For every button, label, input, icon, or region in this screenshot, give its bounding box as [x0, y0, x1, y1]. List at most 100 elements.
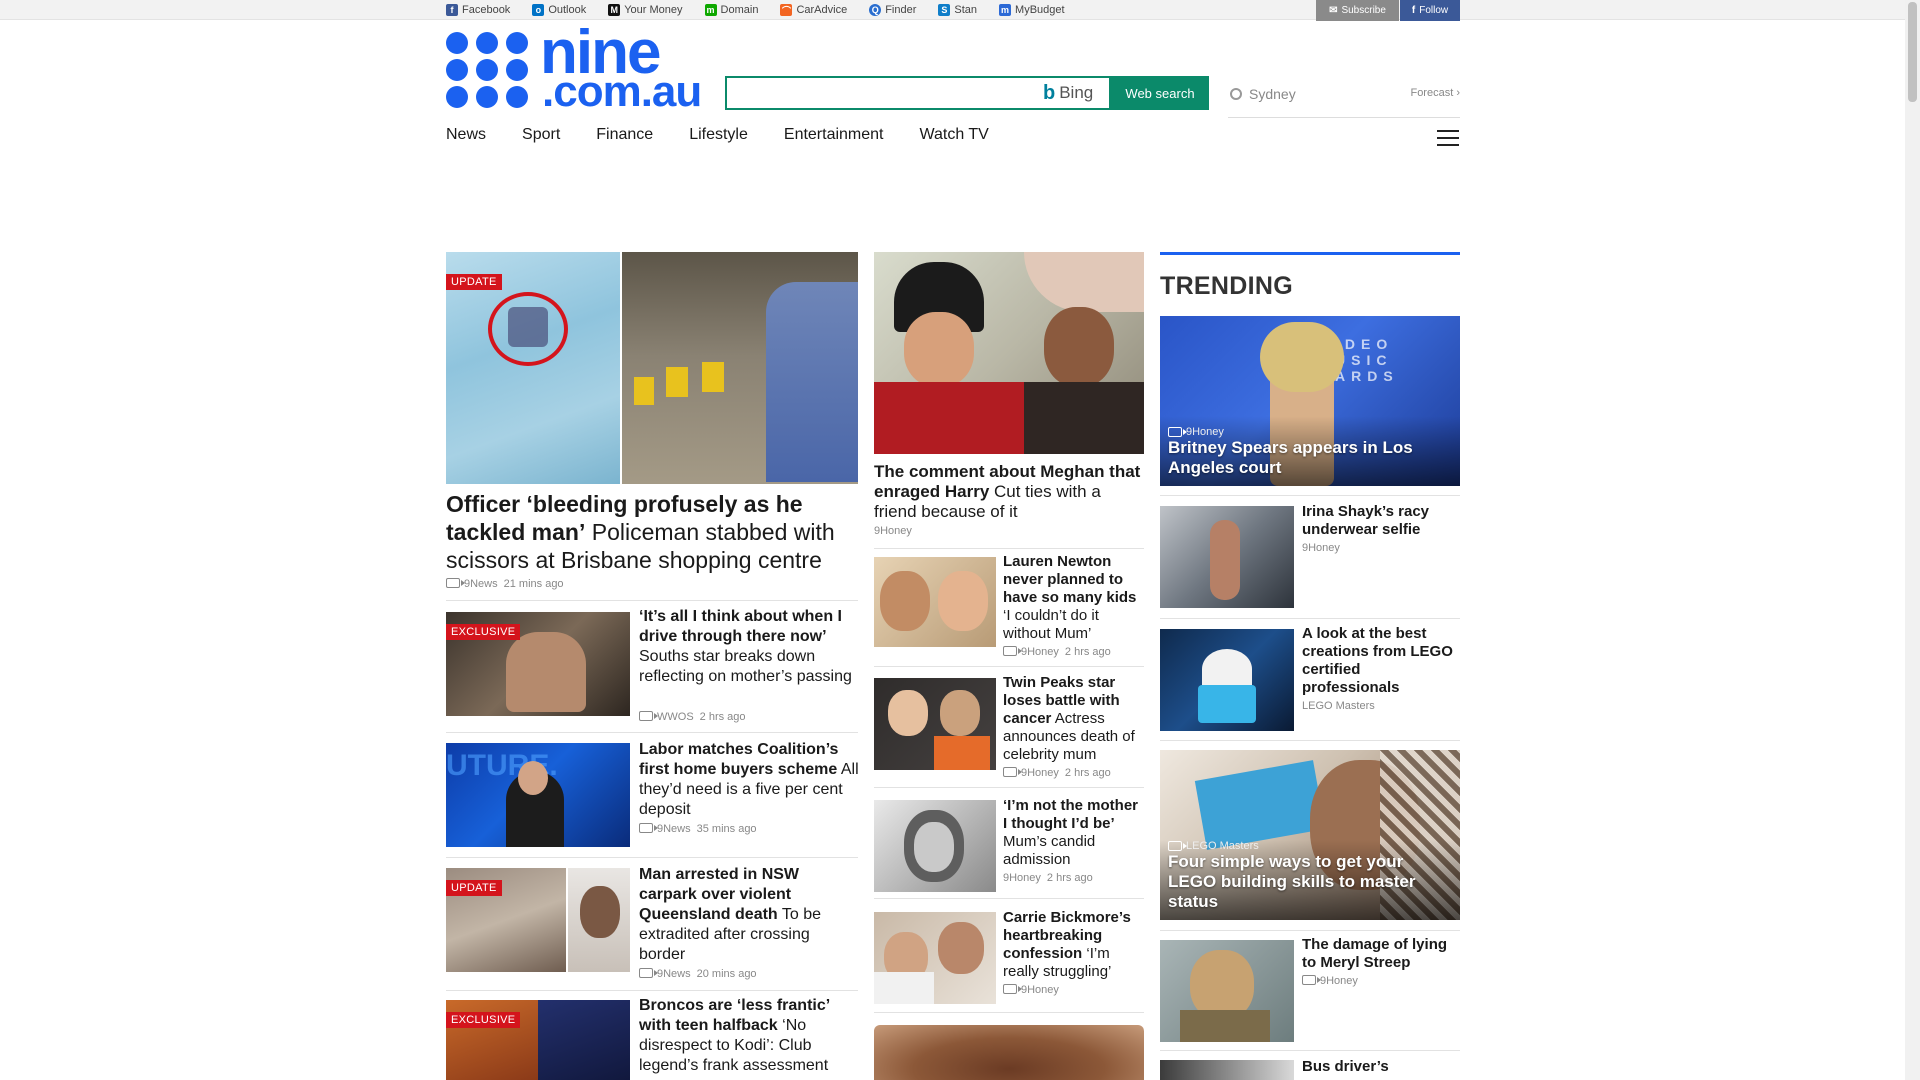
feature-image[interactable]: UPDATE: [446, 252, 858, 484]
follow-button[interactable]: f Follow: [1400, 0, 1460, 21]
nav-watch-tv[interactable]: Watch TV: [920, 126, 989, 148]
nav-news[interactable]: News: [446, 126, 486, 148]
trending-headline[interactable]: Irina Shayk’s racy underwear selfie: [1302, 503, 1460, 539]
domain-icon: m: [704, 4, 717, 16]
scrollbar-thumb[interactable]: [1908, 2, 1917, 102]
story-headline[interactable]: Twin Peaks star loses battle with cancer…: [1003, 674, 1149, 764]
partner-finder-link[interactable]: Q Finder: [869, 4, 916, 16]
story-headline[interactable]: Man arrested in NSW carpark over violent…: [639, 865, 859, 965]
feature-headline[interactable]: Officer ‘bleeding profusely as he tackle…: [446, 490, 856, 574]
story-headline[interactable]: Labor matches Coalition’s first home buy…: [639, 740, 859, 820]
video-icon: [1302, 975, 1321, 985]
story-image[interactable]: UTURE.: [446, 743, 630, 847]
menu-icon[interactable]: [1437, 130, 1459, 146]
divider: [446, 857, 858, 858]
exclusive-badge: EXCLUSIVE: [446, 1012, 521, 1028]
divider: [1160, 495, 1460, 496]
main-nav: News Sport Finance Lifestyle Entertainme…: [446, 126, 1025, 148]
partner-stan-link[interactable]: S Stan: [938, 4, 977, 16]
weather-widget[interactable]: Sydney Forecast ›: [1228, 80, 1460, 118]
story-image[interactable]: [874, 1025, 1144, 1080]
partner-facebook-link[interactable]: f Facebook: [446, 4, 510, 16]
partner-label: CarAdvice: [796, 4, 848, 16]
feature-meta: 9News 21 mins ago: [446, 578, 564, 590]
trending-headline[interactable]: The damage of lying to Meryl Streep: [1302, 936, 1460, 972]
story-headline[interactable]: Broncos are ‘less frantic’ with teen hal…: [639, 996, 859, 1076]
bing-icon: b: [1043, 81, 1056, 104]
story-meta: WWOS 2 hrs ago: [639, 711, 746, 723]
trending-image[interactable]: [1160, 506, 1294, 608]
lead-story-headline[interactable]: The comment about Meghan that enraged Ha…: [874, 462, 1146, 522]
lead-story-meta: 9Honey: [874, 525, 912, 537]
follow-label: Follow: [1419, 5, 1449, 16]
trending-meta: 9Honey: [1302, 542, 1340, 554]
story-image[interactable]: [874, 912, 996, 1004]
story-headline[interactable]: ‘It’s all I think about when I drive thr…: [639, 607, 859, 687]
nav-finance[interactable]: Finance: [596, 126, 653, 148]
video-icon: [1003, 767, 1022, 777]
exclusive-badge: EXCLUSIVE: [446, 624, 521, 640]
partner-yourmoney-link[interactable]: M Your Money: [608, 4, 683, 16]
mail-icon: ✉: [1329, 5, 1338, 16]
logo-domain: .com.au: [542, 67, 702, 116]
yourmoney-icon: M: [608, 4, 621, 16]
partner-label: Domain: [720, 4, 759, 16]
trending-feature-card[interactable]: IDEO USIC ARDS 9Honey Britney Spears appea…: [1160, 316, 1460, 486]
divider: [1160, 1050, 1460, 1051]
site-logo[interactable]: nine .com.au: [446, 22, 702, 114]
story-image[interactable]: EXCLUSIVE: [446, 1000, 630, 1080]
divider: [874, 666, 1144, 667]
story-meta: 9News 35 mins ago: [639, 823, 757, 835]
story-headline[interactable]: Carrie Bickmore’s heartbreaking confessi…: [1003, 909, 1145, 981]
partner-caradvice-link[interactable]: ⌒ CarAdvice: [780, 4, 847, 16]
divider: [1160, 930, 1460, 931]
nav-entertainment[interactable]: Entertainment: [784, 126, 884, 148]
trending-headline: Britney Spears appears in Los Angeles co…: [1168, 438, 1413, 477]
divider: [874, 787, 1144, 788]
divider: [446, 600, 858, 601]
partner-label: Outlook: [548, 4, 587, 16]
web-search-button[interactable]: Web search: [1111, 76, 1209, 110]
partner-mybudget-link[interactable]: m MyBudget: [999, 4, 1065, 16]
story-image[interactable]: [874, 800, 996, 892]
subscribe-button[interactable]: ✉ Subscribe: [1316, 0, 1399, 21]
bing-label: Bing: [1059, 83, 1094, 102]
trending-headline[interactable]: A look at the best creations from LEGO c…: [1302, 625, 1460, 697]
story-image[interactable]: [874, 557, 996, 647]
divider: [446, 732, 858, 733]
partner-outlook-link[interactable]: o Outlook: [532, 4, 586, 16]
trending-image[interactable]: [1160, 940, 1294, 1042]
story-image[interactable]: EXCLUSIVE: [446, 612, 630, 716]
trending-image[interactable]: [1160, 1060, 1294, 1080]
trending-feature-card[interactable]: LEGO Masters Four simple ways to get you…: [1160, 750, 1460, 920]
subscribe-label: Subscribe: [1341, 5, 1386, 16]
nav-sport[interactable]: Sport: [522, 126, 560, 148]
caradvice-icon: ⌒: [780, 4, 793, 16]
stan-icon: S: [938, 4, 951, 16]
forecast-link[interactable]: Forecast ›: [1410, 87, 1460, 99]
story-meta: 9Honey: [1003, 984, 1059, 996]
trending-image[interactable]: [1160, 629, 1294, 731]
mybudget-icon: m: [999, 4, 1012, 16]
story-headline[interactable]: ‘I’m not the mother I thought I’d be’ Mu…: [1003, 797, 1145, 869]
update-badge: UPDATE: [446, 880, 502, 896]
trending-accent-bar: [1160, 252, 1460, 255]
trending-source: 9Honey: [1168, 426, 1452, 438]
video-icon: [1003, 984, 1022, 994]
partner-links: f Facebook o Outlook M Your Money m Domain ⌒…: [446, 0, 1087, 20]
nav-lifestyle[interactable]: Lifestyle: [689, 126, 748, 148]
story-image[interactable]: UPDATE: [446, 868, 630, 972]
divider: [1160, 740, 1460, 741]
logo-dots: [446, 32, 540, 110]
divider: [874, 1012, 1144, 1013]
video-icon: [446, 578, 465, 588]
lead-story-image[interactable]: [874, 252, 1144, 454]
divider: [446, 990, 858, 991]
partner-domain-link[interactable]: m Domain: [704, 4, 759, 16]
page-scrollbar[interactable]: [1905, 0, 1920, 1080]
divider: [1160, 618, 1460, 619]
trending-headline[interactable]: Bus driver’s: [1302, 1058, 1460, 1076]
story-image[interactable]: [874, 678, 996, 770]
story-meta: 9Honey 2 hrs ago: [1003, 872, 1093, 884]
story-headline[interactable]: Lauren Newton never planned to have so m…: [1003, 553, 1145, 643]
